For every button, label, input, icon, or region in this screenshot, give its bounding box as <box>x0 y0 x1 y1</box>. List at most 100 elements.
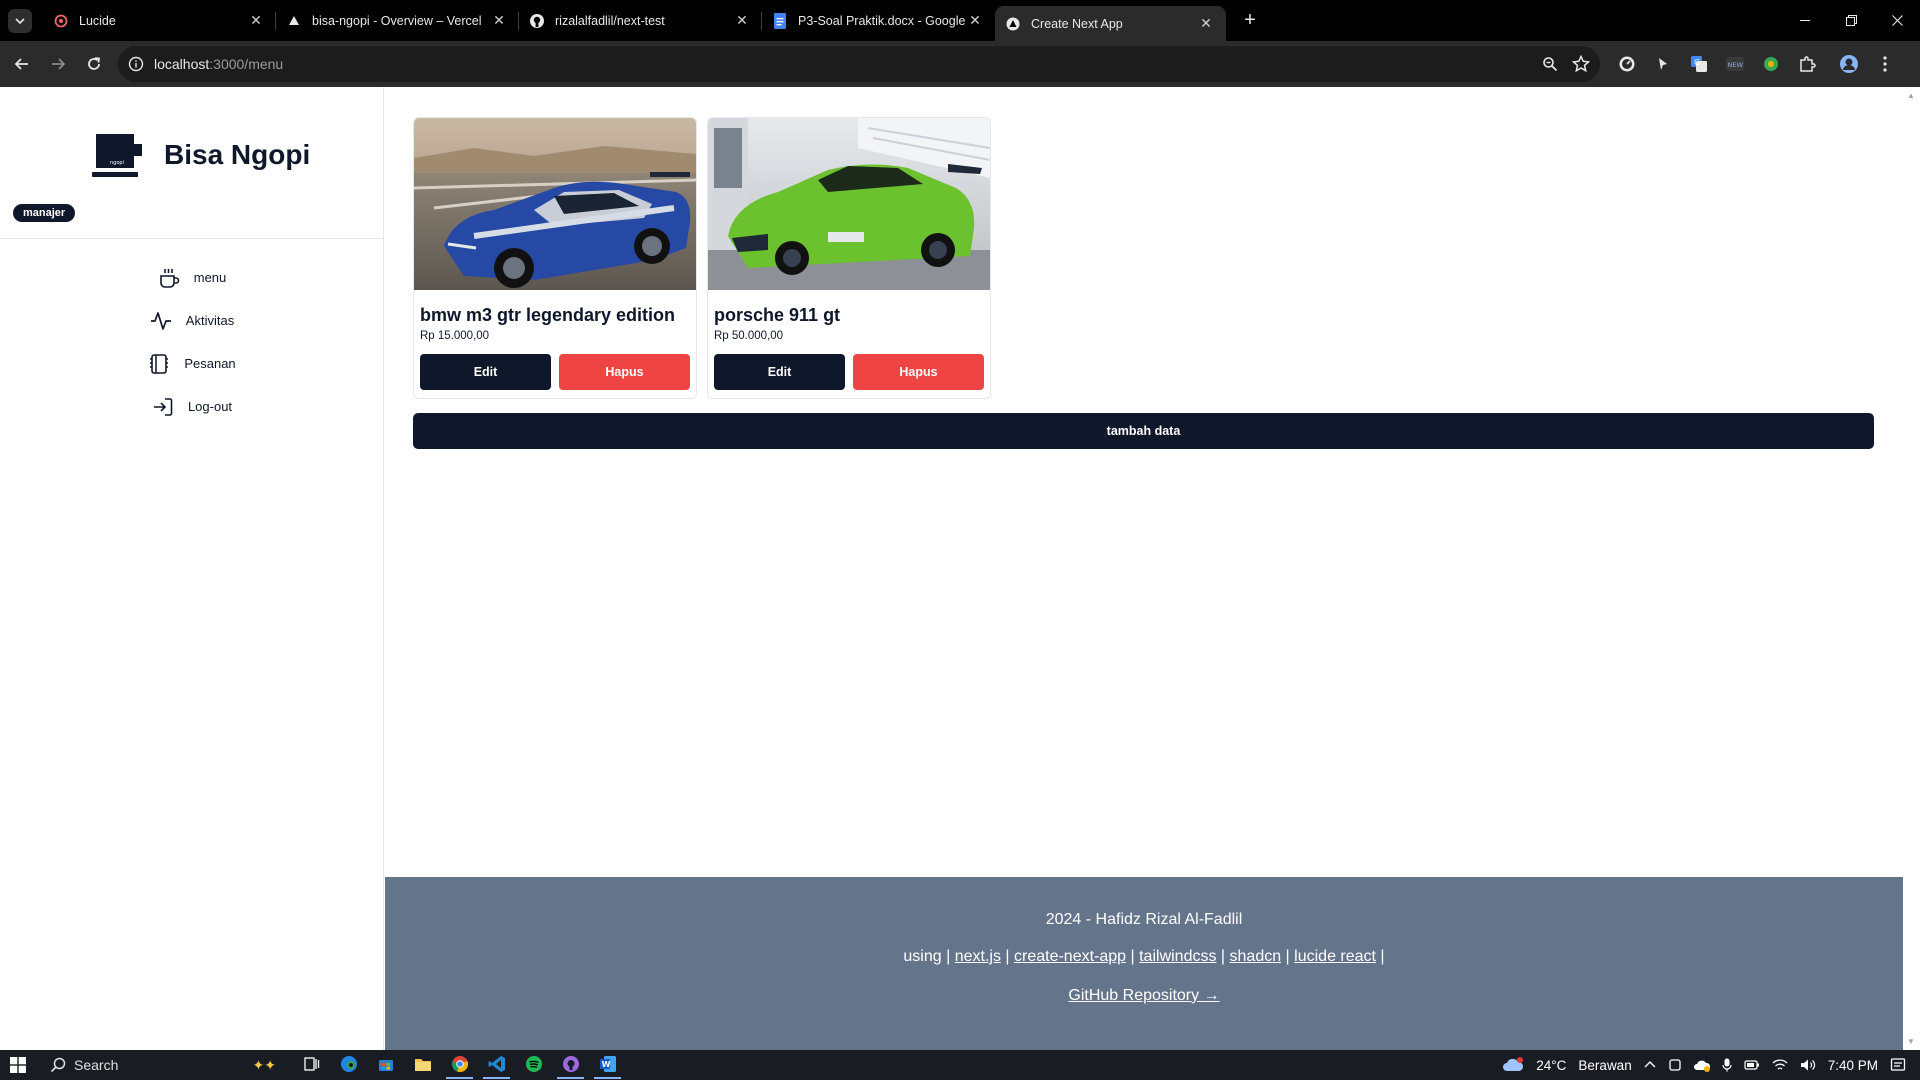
tab-search-button[interactable] <box>8 8 32 33</box>
footer-credit: 2024 - Hafidz Rizal Al-Fadlil <box>1045 911 1243 928</box>
github-repository-link[interactable]: GitHub Repository → <box>1068 987 1219 1004</box>
menu-card-name: bmw m3 gtr legendary edition <box>420 305 676 325</box>
file-explorer-icon[interactable] <box>409 1052 436 1079</box>
sidebar-item-log-out[interactable]: Log-out <box>0 385 384 428</box>
weather-cloud-icon[interactable] <box>1502 1057 1524 1073</box>
lucide-icon <box>53 13 69 29</box>
extensions-area: G NEW <box>1614 51 1898 77</box>
microphone-icon[interactable] <box>1722 1058 1732 1072</box>
bookmark-star-icon[interactable] <box>1572 55 1590 73</box>
edit-button[interactable]: Edit <box>714 354 845 390</box>
close-icon[interactable]: ✕ <box>491 12 507 29</box>
url-text: localhost:3000/menu <box>154 56 283 72</box>
zoom-icon[interactable] <box>1542 56 1558 72</box>
clock-time[interactable]: 7:40 PM <box>1828 1058 1878 1073</box>
url-path: :3000/menu <box>209 56 284 72</box>
link-lucide-react[interactable]: lucide react <box>1294 948 1376 965</box>
close-icon[interactable]: ✕ <box>248 12 264 29</box>
coffee-icon <box>159 268 180 288</box>
svg-text:NEW: NEW <box>1728 61 1744 69</box>
browser-tab-lucide[interactable]: Lucide ✕ <box>43 0 276 41</box>
close-icon[interactable]: ✕ <box>967 12 983 29</box>
sidebar-item-label: menu <box>193 270 227 285</box>
onedrive-icon[interactable] <box>1693 1058 1710 1072</box>
sidebar-item-pesanan[interactable]: Pesanan <box>0 342 384 385</box>
extension-new-icon[interactable]: NEW <box>1722 51 1748 77</box>
sidebar-item-aktivitas[interactable]: Aktivitas <box>0 299 384 342</box>
extensions-puzzle-icon[interactable] <box>1794 51 1820 77</box>
link-create-next-app[interactable]: create-next-app <box>1014 948 1126 965</box>
porsche-car-image <box>708 118 990 290</box>
weather-description[interactable]: Berawan <box>1578 1058 1631 1073</box>
arrow-right-icon <box>52 58 66 70</box>
windows-logo-icon <box>10 1057 26 1073</box>
vercel-icon <box>286 13 302 29</box>
delete-button[interactable]: Hapus <box>853 354 984 390</box>
chrome-icon[interactable] <box>446 1052 473 1079</box>
site-info-icon[interactable] <box>128 56 144 72</box>
chevron-up-icon[interactable] <box>1644 1059 1656 1071</box>
volume-icon[interactable] <box>1800 1058 1816 1072</box>
browser-menu-icon[interactable] <box>1872 51 1898 77</box>
forward-button[interactable] <box>40 46 76 82</box>
browser-tab-docs[interactable]: P3-Soal Praktik.docx - Google Docs ✕ <box>762 0 995 41</box>
menu-card-actions: Edit Hapus <box>420 354 696 390</box>
tray-app-icon[interactable] <box>1668 1058 1682 1072</box>
address-bar[interactable]: localhost:3000/menu <box>118 46 1600 82</box>
notifications-icon[interactable] <box>1890 1057 1906 1073</box>
close-window-icon[interactable] <box>1874 0 1920 41</box>
weather-temperature[interactable]: 24°C <box>1536 1058 1566 1073</box>
link-nextjs[interactable]: next.js <box>955 948 1001 965</box>
footer: 2024 - Hafidz Rizal Al-Fadlil using | ne… <box>385 877 1903 1050</box>
profile-avatar-icon[interactable] <box>1836 51 1862 77</box>
sidebar-item-label: Log-out <box>187 399 233 414</box>
back-button[interactable] <box>4 46 40 82</box>
wifi-icon[interactable] <box>1772 1058 1788 1072</box>
github-desktop-icon[interactable] <box>557 1052 584 1079</box>
browser-tab-github[interactable]: rizalalfadlil/next-test ✕ <box>519 0 762 41</box>
scroll-down-icon[interactable]: ▼ <box>1907 1037 1915 1046</box>
extension-green-icon[interactable] <box>1758 51 1784 77</box>
extension-speed-icon[interactable] <box>1614 51 1640 77</box>
browser-toolbar: localhost:3000/menu G NEW <box>0 41 1920 87</box>
footer-tech-links: using | next.js | create-next-app | tail… <box>903 948 1385 965</box>
extension-translate-icon[interactable]: G <box>1686 51 1712 77</box>
browser-tab-strip: Lucide ✕ bisa-ngopi - Overview – Vercel … <box>0 0 1920 41</box>
delete-button[interactable]: Hapus <box>559 354 690 390</box>
scroll-up-icon[interactable]: ▲ <box>1907 91 1915 100</box>
minimize-icon[interactable] <box>1782 0 1828 41</box>
store-icon[interactable] <box>372 1052 399 1079</box>
word-icon[interactable]: W <box>594 1052 621 1079</box>
tab-title: rizalalfadlil/next-test <box>555 13 665 28</box>
edge-icon[interactable] <box>335 1052 362 1079</box>
brand-title: Bisa Ngopi <box>164 139 311 170</box>
reload-icon <box>88 57 101 70</box>
menu-card-price: Rp 50.000,00 <box>714 330 784 342</box>
page-scrollbar[interactable]: ▲ ▼ <box>1903 87 1920 1050</box>
close-icon[interactable]: ✕ <box>1198 15 1214 32</box>
sidebar-item-menu[interactable]: menu <box>0 256 384 299</box>
link-shadcn[interactable]: shadcn <box>1230 948 1282 965</box>
browser-tab-create-next-app[interactable]: Create Next App ✕ <box>995 6 1226 41</box>
add-data-button[interactable]: tambah data <box>413 413 1874 449</box>
bmw-car-image <box>414 118 696 290</box>
close-icon[interactable]: ✕ <box>734 12 750 29</box>
taskbar-search[interactable]: Search ✦✦ <box>42 1050 284 1080</box>
receipt-icon <box>150 353 169 374</box>
edit-button[interactable]: Edit <box>420 354 551 390</box>
menu-card: porsche 911 gt Rp 50.000,00 Edit Hapus <box>707 117 991 399</box>
tab-title: Create Next App <box>1031 16 1123 31</box>
restore-icon[interactable] <box>1828 0 1874 41</box>
spotify-icon[interactable] <box>520 1052 547 1079</box>
vscode-icon[interactable] <box>483 1052 510 1079</box>
battery-icon[interactable] <box>1744 1059 1760 1071</box>
start-button[interactable] <box>0 1050 36 1080</box>
nextjs-icon <box>1005 16 1021 32</box>
new-tab-button[interactable]: + <box>1236 7 1264 35</box>
window-controls <box>1782 0 1920 41</box>
reload-button[interactable] <box>76 46 112 82</box>
browser-tab-vercel[interactable]: bisa-ngopi - Overview – Vercel ✕ <box>276 0 519 41</box>
link-tailwindcss[interactable]: tailwindcss <box>1139 948 1216 965</box>
extension-cursor-icon[interactable] <box>1650 51 1676 77</box>
task-view-icon[interactable] <box>298 1052 325 1079</box>
